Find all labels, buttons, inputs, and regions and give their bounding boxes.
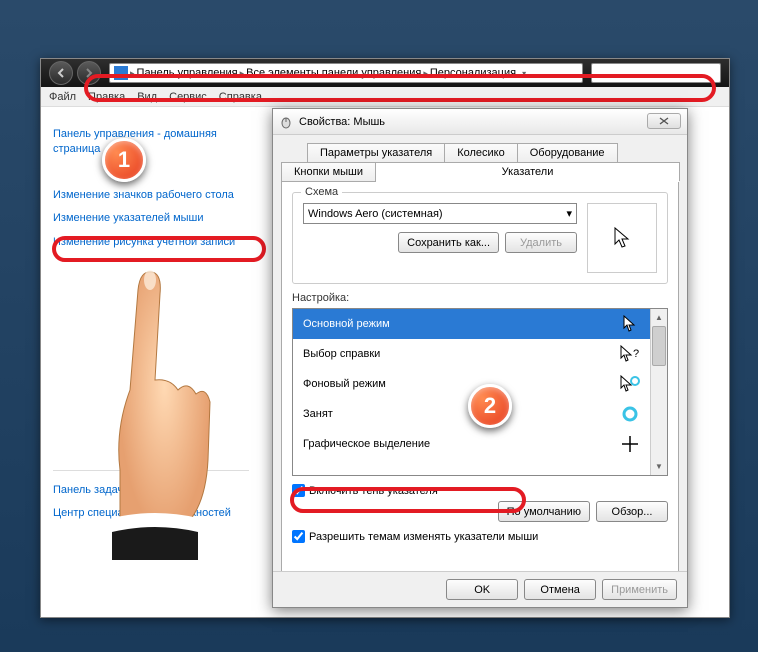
- tab-pointers[interactable]: Указатели: [375, 162, 680, 181]
- allow-themes-checkbox[interactable]: [292, 530, 305, 543]
- sidebar-link-account-picture[interactable]: Изменение рисунка учетной записи: [53, 235, 249, 250]
- tab-hardware[interactable]: Оборудование: [517, 143, 618, 162]
- address-bar[interactable]: ▸ Панель управления ▸ Все элементы панел…: [109, 63, 583, 83]
- breadcrumb-item[interactable]: Панель управления: [137, 67, 238, 79]
- sidebar-link-home[interactable]: Панель управления - домашняя страница: [53, 127, 249, 158]
- dialog-title-text: Свойства: Мышь: [299, 116, 385, 128]
- enable-shadow-checkbox[interactable]: [292, 484, 305, 497]
- cursor-item-normal[interactable]: Основной режим: [293, 309, 650, 339]
- mouse-icon: [279, 115, 293, 129]
- menu-view[interactable]: Вид: [137, 91, 157, 103]
- cursor-label: Выбор справки: [303, 348, 380, 360]
- tab-pointer-options[interactable]: Параметры указателя: [307, 143, 445, 162]
- enable-shadow-label: Включить тень указателя: [309, 485, 438, 497]
- crosshair-cursor-icon: [620, 435, 640, 453]
- cursor-preview: [587, 203, 657, 273]
- defaults-button[interactable]: По умолчанию: [498, 501, 590, 522]
- scroll-thumb[interactable]: [652, 326, 666, 366]
- cursor-item-help[interactable]: Выбор справки ?: [293, 339, 650, 369]
- allow-themes-label: Разрешить темам изменять указатели мыши: [309, 531, 538, 543]
- menu-edit[interactable]: Правка: [88, 91, 125, 103]
- settings-label: Настройка:: [292, 292, 668, 304]
- arrow-cursor-icon: [620, 315, 640, 333]
- nav-forward-button[interactable]: [77, 61, 101, 85]
- working-bg-cursor-icon: [620, 375, 640, 393]
- cancel-button[interactable]: Отмена: [524, 579, 596, 600]
- cursor-label: Графическое выделение: [303, 438, 430, 450]
- scroll-up-button[interactable]: ▲: [651, 309, 667, 326]
- sidebar-link-desktop-icons[interactable]: Изменение значков рабочего стола: [53, 188, 249, 203]
- dialog-titlebar: Свойства: Мышь: [273, 109, 687, 135]
- chevron-down-icon[interactable]: ▾: [522, 69, 526, 78]
- scheme-value: Windows Aero (системная): [308, 208, 443, 220]
- sidebar-link-mouse-pointers[interactable]: Изменение указателей мыши: [53, 211, 249, 226]
- cursor-item-precision[interactable]: Графическое выделение: [293, 429, 650, 459]
- save-as-button[interactable]: Сохранить как...: [398, 232, 499, 253]
- sidebar-link-taskbar[interactable]: Панель задач и меню "Пуск": [53, 483, 249, 498]
- dialog-footer: OK Отмена Применить: [273, 571, 687, 607]
- menu-help[interactable]: Справка: [219, 91, 262, 103]
- sidebar: Панель управления - домашняя страница Из…: [41, 107, 261, 617]
- breadcrumb-item[interactable]: Все элементы панели управления: [246, 67, 421, 79]
- ok-button[interactable]: OK: [446, 579, 518, 600]
- browse-button[interactable]: Обзор...: [596, 501, 668, 522]
- cursor-label: Фоновый режим: [303, 378, 386, 390]
- control-panel-icon: [114, 66, 128, 80]
- menu-file[interactable]: Файл: [49, 91, 76, 103]
- cursor-item-busy[interactable]: Занят: [293, 399, 650, 429]
- tab-buttons[interactable]: Кнопки мыши: [281, 162, 376, 181]
- breadcrumb-item[interactable]: Персонализация: [430, 67, 516, 79]
- scrollbar[interactable]: ▲ ▼: [650, 309, 667, 475]
- busy-cursor-icon: [620, 405, 640, 423]
- tab-panel-pointers: Схема Windows Aero (системная) ▾ Сохрани…: [281, 181, 679, 579]
- cursor-list: Основной режим Выбор справки ? Фоновый р…: [292, 308, 668, 476]
- menubar: Файл Правка Вид Сервис Справка: [41, 87, 729, 107]
- scheme-combobox[interactable]: Windows Aero (системная) ▾: [303, 203, 577, 224]
- delete-button[interactable]: Удалить: [505, 232, 577, 253]
- svg-text:?: ?: [633, 348, 639, 360]
- close-button[interactable]: [647, 113, 681, 129]
- scheme-group: Схема Windows Aero (системная) ▾ Сохрани…: [292, 192, 668, 284]
- titlebar: ▸ Панель управления ▸ Все элементы панел…: [41, 59, 729, 87]
- cursor-label: Занят: [303, 408, 333, 420]
- search-input[interactable]: [591, 63, 721, 83]
- help-cursor-icon: ?: [620, 345, 640, 363]
- mouse-properties-dialog: Свойства: Мышь Параметры указателя Колес…: [272, 108, 688, 608]
- cursor-label: Основной режим: [303, 318, 390, 330]
- menu-tools[interactable]: Сервис: [169, 91, 207, 103]
- scheme-group-label: Схема: [301, 186, 342, 198]
- scroll-down-button[interactable]: ▼: [651, 458, 667, 475]
- apply-button[interactable]: Применить: [602, 579, 677, 600]
- chevron-down-icon: ▾: [566, 207, 572, 220]
- nav-back-button[interactable]: [49, 61, 73, 85]
- sidebar-link-ease-of-access[interactable]: Центр специальных возможностей: [53, 506, 249, 521]
- cursor-item-working-bg[interactable]: Фоновый режим: [293, 369, 650, 399]
- tab-wheel[interactable]: Колесико: [444, 143, 518, 162]
